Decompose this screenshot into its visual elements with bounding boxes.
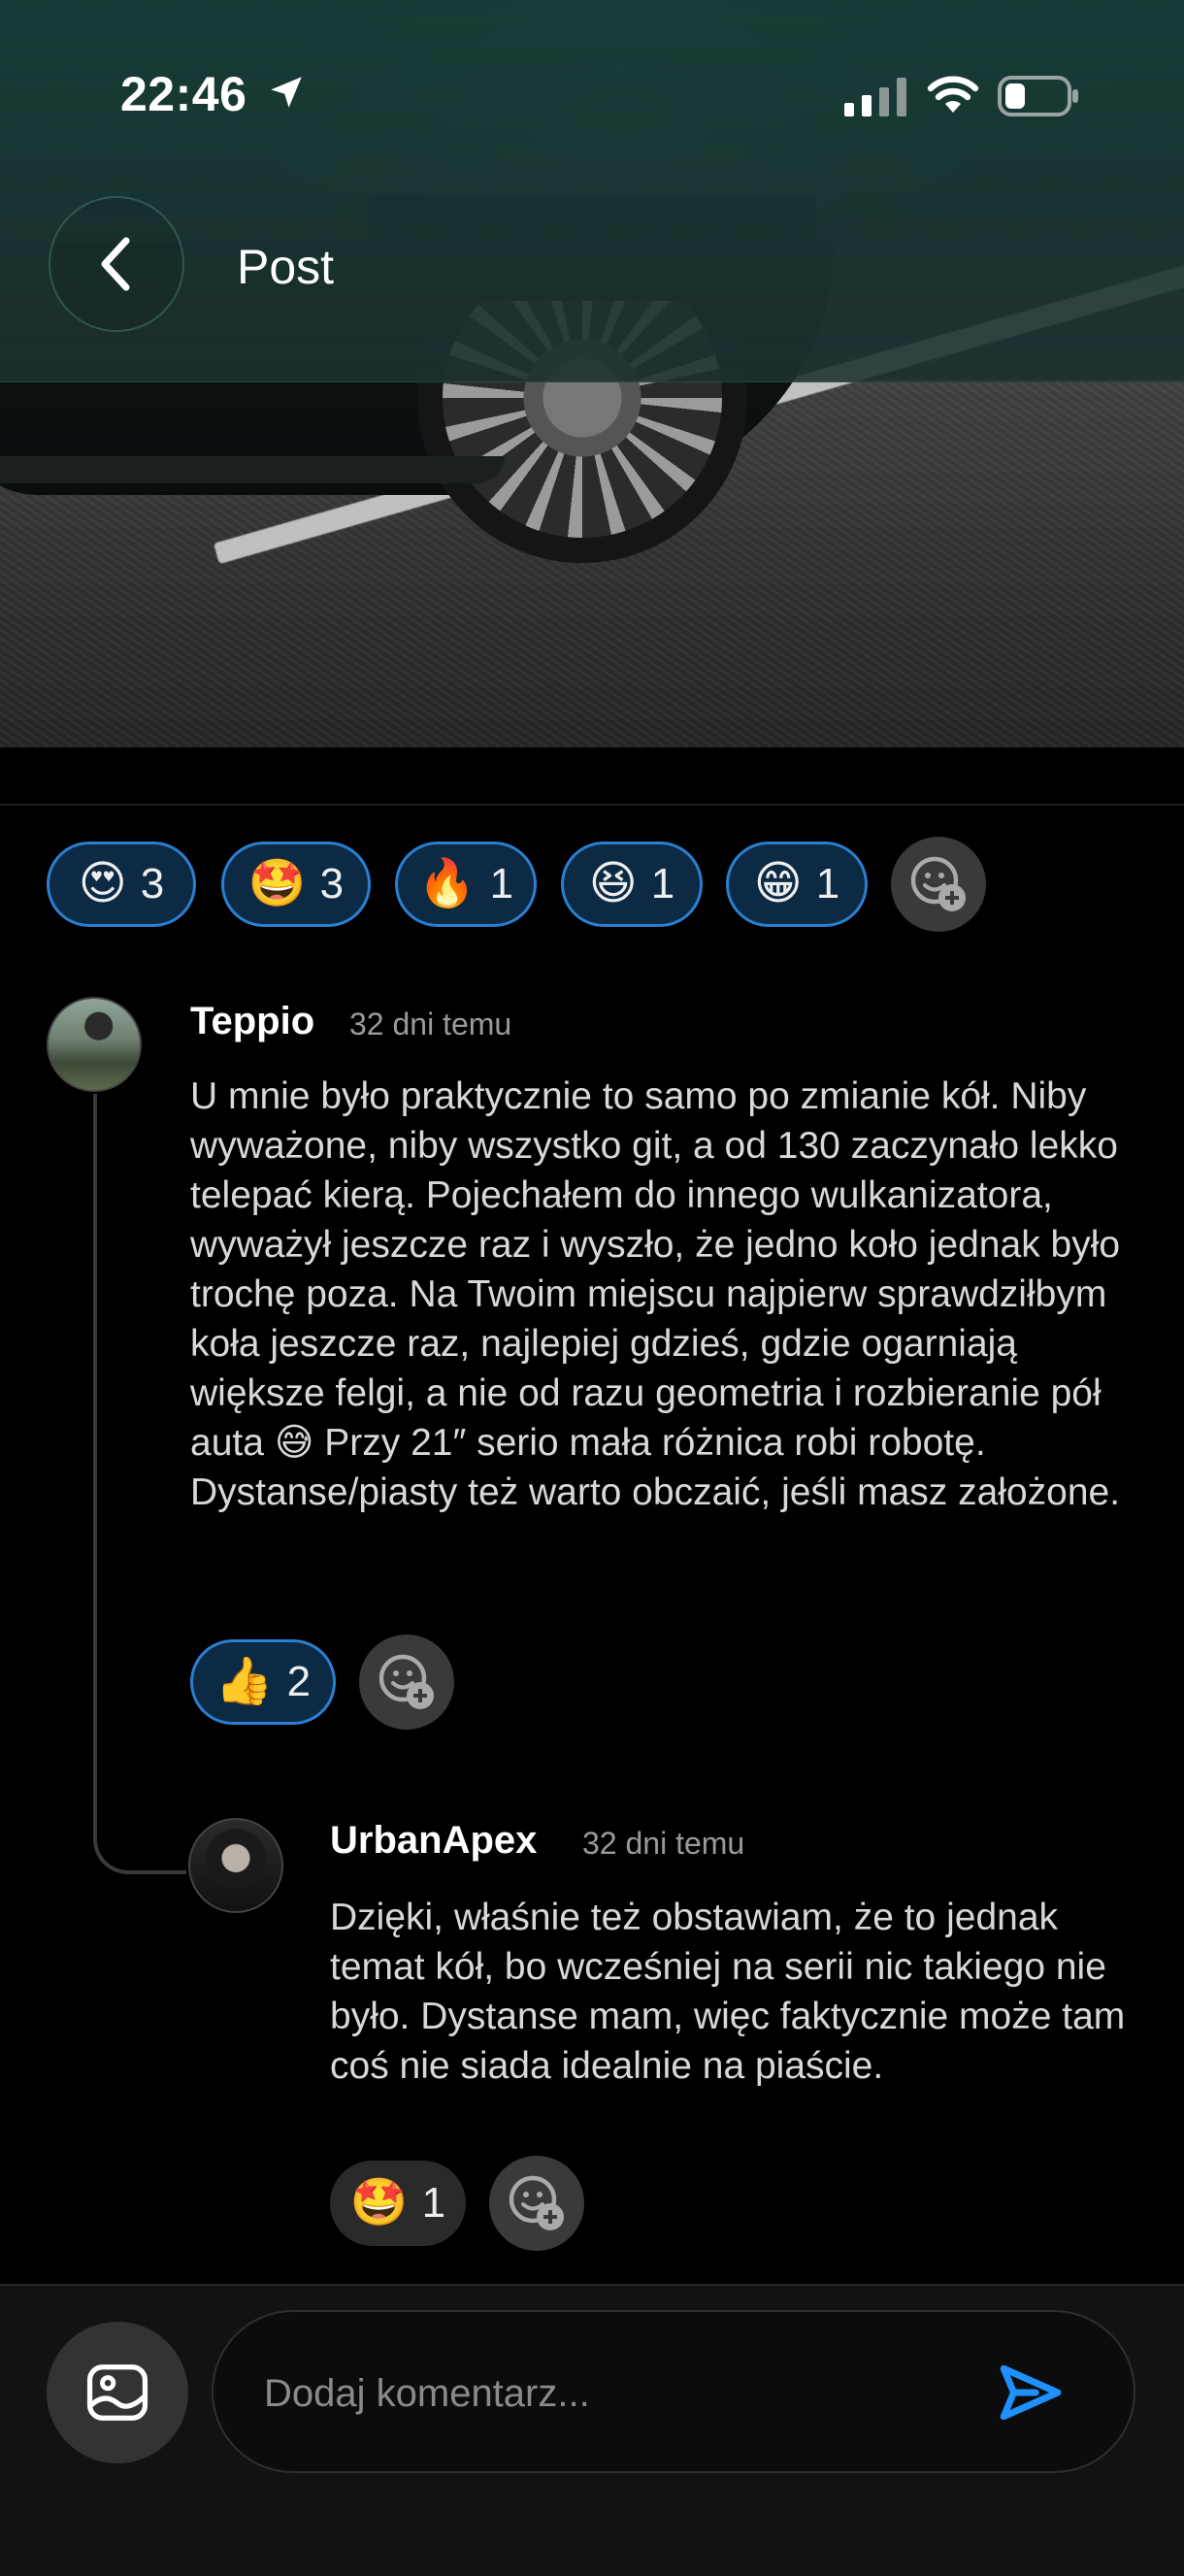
top-bar: 22:46 Post bbox=[0, 0, 1184, 382]
page-title: Post bbox=[237, 240, 335, 294]
add-emoji-icon bbox=[378, 1654, 434, 1709]
add-emoji-icon bbox=[910, 856, 966, 911]
add-emoji-icon bbox=[509, 2175, 564, 2230]
reaction-chip-star-struck[interactable]: 🤩 3 bbox=[221, 842, 371, 927]
send-icon[interactable] bbox=[996, 2361, 1064, 2425]
star-struck-emoji-icon: 🤩 bbox=[349, 2177, 409, 2229]
reaction-count: 1 bbox=[489, 860, 514, 908]
fire-emoji-icon: 🔥 bbox=[417, 858, 477, 909]
add-reaction-button[interactable] bbox=[359, 1635, 454, 1730]
reaction-count: 3 bbox=[140, 860, 165, 908]
battery-icon bbox=[998, 76, 1078, 116]
reaction-count: 1 bbox=[421, 2179, 446, 2227]
reaction-chip-fire[interactable]: 🔥 1 bbox=[395, 842, 537, 927]
reaction-chip-heart-eyes[interactable]: 😍 3 bbox=[47, 842, 196, 927]
reaction-chip-thumbs-up[interactable]: 👍 2 bbox=[190, 1639, 336, 1725]
image-icon bbox=[86, 2364, 148, 2421]
attach-image-button[interactable] bbox=[47, 2322, 188, 2463]
divider bbox=[0, 804, 1184, 806]
status-time: 22:46 bbox=[120, 67, 247, 121]
comment-author[interactable]: UrbanApex bbox=[330, 1819, 537, 1863]
reaction-count: 3 bbox=[319, 860, 345, 908]
reaction-count: 2 bbox=[286, 1658, 312, 1705]
comment-text: U mnie było praktycznie to samo po zmian… bbox=[190, 1075, 1121, 1513]
back-button[interactable] bbox=[49, 196, 184, 332]
comment-text: Dzięki, właśnie też obstawiam, że to jed… bbox=[330, 1897, 1126, 2087]
heart-eyes-emoji-icon: 😍 bbox=[78, 858, 127, 909]
star-struck-emoji-icon: 🤩 bbox=[247, 858, 307, 909]
chevron-left-icon bbox=[101, 237, 130, 291]
reaction-count: 1 bbox=[650, 860, 675, 908]
comment-author[interactable]: Teppio bbox=[190, 1000, 314, 1043]
laughing-emoji-icon: 😆 bbox=[588, 858, 638, 909]
reaction-chip-laughing[interactable]: 😆 1 bbox=[561, 842, 703, 927]
grin-emoji-icon: 😁 bbox=[753, 858, 803, 909]
add-reaction-button[interactable] bbox=[891, 837, 986, 932]
reaction-chip-star-struck[interactable]: 🤩 1 bbox=[330, 2161, 466, 2246]
comment-time: 32 dni temu bbox=[582, 1826, 745, 1861]
car-sill bbox=[0, 456, 505, 483]
location-arrow-icon bbox=[271, 77, 302, 108]
comment-time: 32 dni temu bbox=[349, 1007, 512, 1041]
wifi-icon bbox=[927, 76, 979, 113]
reaction-chip-grin[interactable]: 😁 1 bbox=[726, 842, 868, 927]
thread-connector bbox=[93, 1094, 186, 1874]
comment-input[interactable] bbox=[262, 2359, 945, 2428]
avatar[interactable] bbox=[188, 1818, 283, 1913]
avatar[interactable] bbox=[47, 997, 142, 1092]
thumbs-up-emoji-icon: 👍 bbox=[214, 1656, 274, 1707]
cellular-signal-icon bbox=[844, 78, 906, 116]
reaction-count: 1 bbox=[815, 860, 840, 908]
add-reaction-button[interactable] bbox=[489, 2156, 584, 2251]
